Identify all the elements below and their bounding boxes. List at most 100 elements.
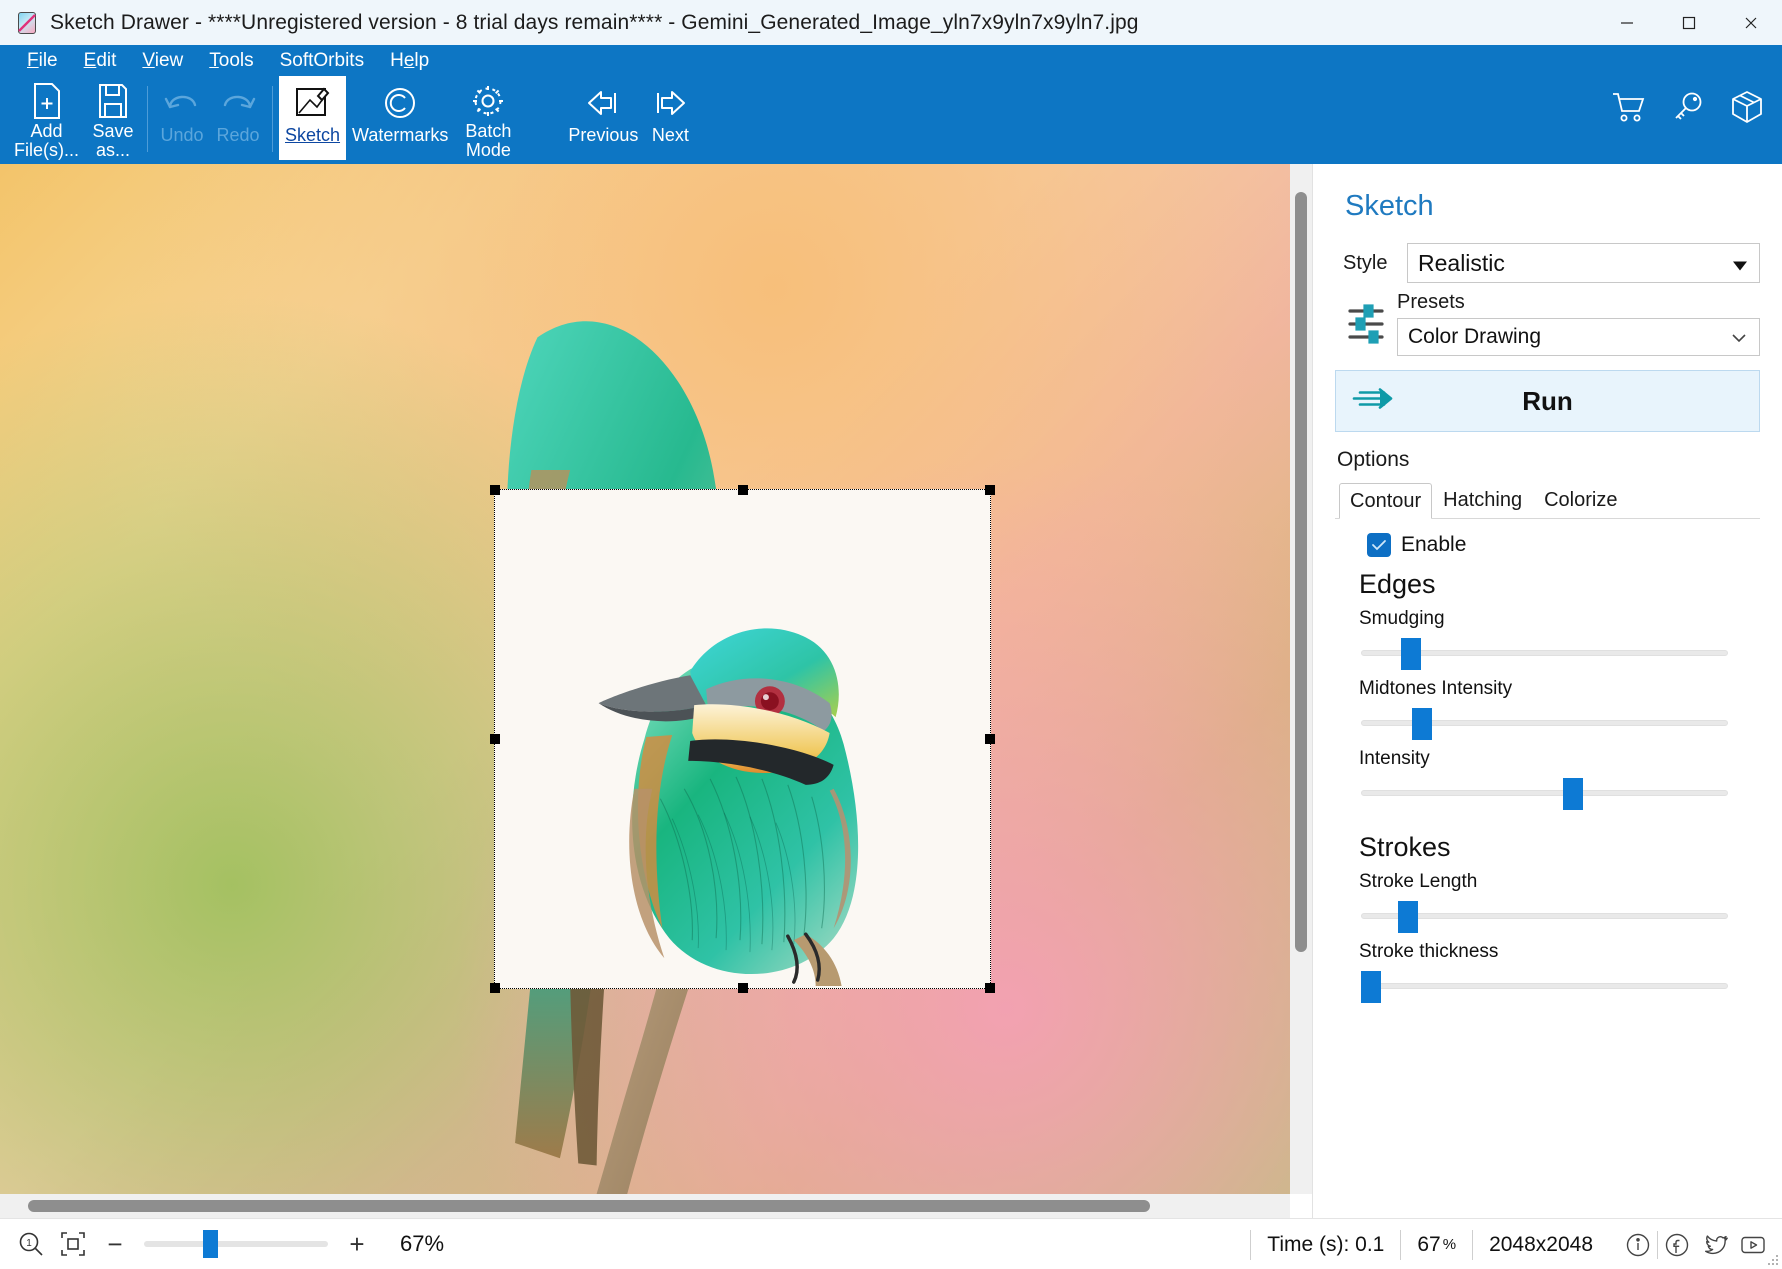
selection-handle-ne[interactable] bbox=[985, 485, 995, 495]
run-label: Run bbox=[1522, 385, 1573, 416]
previous-label: Previous bbox=[568, 125, 639, 145]
sketch-selection-region[interactable] bbox=[490, 485, 995, 993]
zoom-in-button[interactable]: + bbox=[336, 1223, 378, 1265]
undo-button[interactable]: Undo bbox=[154, 76, 210, 160]
menu-tools[interactable]: Tools bbox=[196, 48, 266, 74]
previous-button[interactable]: Previous bbox=[562, 76, 644, 160]
vertical-scroll-thumb[interactable] bbox=[1295, 192, 1307, 952]
presets-dropdown[interactable]: Color Drawing bbox=[1397, 318, 1760, 356]
watermarks-button[interactable]: Watermarks bbox=[346, 76, 454, 160]
intensity-slider[interactable] bbox=[1361, 776, 1728, 810]
canvas-horizontal-scrollbar[interactable] bbox=[0, 1194, 1290, 1218]
stroke-length-thumb[interactable] bbox=[1397, 901, 1418, 933]
options-tabs: Contour Hatching Colorize bbox=[1335, 482, 1760, 519]
resize-grip-icon[interactable] bbox=[1767, 1254, 1779, 1266]
minimize-button[interactable] bbox=[1596, 0, 1658, 45]
stroke-thickness-slider[interactable] bbox=[1361, 969, 1728, 1003]
next-button[interactable]: Next bbox=[644, 76, 696, 160]
batch-mode-button[interactable]: Batch Mode bbox=[454, 76, 522, 160]
facebook-icon[interactable] bbox=[1658, 1226, 1696, 1264]
twitter-bird-icon[interactable] bbox=[1696, 1226, 1734, 1264]
fit-to-screen-icon[interactable] bbox=[52, 1223, 94, 1265]
photo-background bbox=[0, 164, 1290, 1194]
menu-softorbits[interactable]: SoftOrbits bbox=[267, 48, 377, 74]
copyright-icon bbox=[382, 82, 418, 124]
selection-handle-n[interactable] bbox=[737, 485, 748, 495]
horizontal-scroll-thumb[interactable] bbox=[28, 1200, 1150, 1212]
stroke-length-label: Stroke Length bbox=[1359, 871, 1478, 892]
smudging-label: Smudging bbox=[1359, 608, 1445, 629]
toolbar-separator-2 bbox=[272, 86, 273, 152]
ribbon: File Edit View Tools SoftOrbits Help Add… bbox=[0, 45, 1782, 164]
close-button[interactable] bbox=[1720, 0, 1782, 45]
window-title: Sketch Drawer - ****Unregistered version… bbox=[50, 10, 1139, 34]
title-bar: Sketch Drawer - ****Unregistered version… bbox=[0, 0, 1782, 45]
add-files-button[interactable]: Add File(s)... bbox=[8, 76, 85, 160]
pencil-icon bbox=[18, 13, 36, 32]
tab-contour[interactable]: Contour bbox=[1339, 483, 1433, 519]
zoom-slider[interactable] bbox=[144, 1230, 328, 1258]
intensity-thumb[interactable] bbox=[1562, 778, 1583, 810]
midtones-intensity-thumb[interactable] bbox=[1412, 708, 1433, 740]
redo-button[interactable]: Redo bbox=[210, 76, 266, 160]
package-box-icon[interactable] bbox=[1730, 90, 1764, 129]
minimize-icon bbox=[1621, 21, 1633, 24]
dropdown-triangle-icon bbox=[1733, 250, 1747, 277]
canvas-vertical-scrollbar[interactable] bbox=[1290, 164, 1312, 1194]
style-dropdown[interactable]: Realistic bbox=[1407, 243, 1760, 283]
tab-colorize[interactable]: Colorize bbox=[1533, 482, 1628, 518]
undo-label: Undo bbox=[160, 125, 204, 145]
smudging-thumb[interactable] bbox=[1401, 638, 1422, 670]
image-dimensions: 2048x2048 bbox=[1472, 1229, 1609, 1260]
chevron-down-icon bbox=[1731, 325, 1747, 349]
menu-help[interactable]: Help bbox=[377, 48, 442, 74]
intensity-label: Intensity bbox=[1359, 748, 1430, 769]
info-circle-icon[interactable] bbox=[1619, 1226, 1657, 1264]
menu-file[interactable]: File bbox=[14, 48, 71, 74]
midtones-intensity-slider[interactable] bbox=[1361, 706, 1728, 740]
maximize-button[interactable] bbox=[1658, 0, 1720, 45]
stroke-thickness-thumb[interactable] bbox=[1361, 971, 1381, 1003]
tab-hatching[interactable]: Hatching bbox=[1432, 482, 1533, 518]
add-files-label: Add File(s)... bbox=[14, 121, 79, 160]
toolbar-separator-1 bbox=[147, 86, 148, 152]
next-label: Next bbox=[651, 125, 689, 145]
selection-handle-e[interactable] bbox=[985, 734, 995, 744]
sketch-settings-panel: Sketch Style Realistic Presets Color Dra… bbox=[1312, 164, 1782, 1218]
zoom-slider-thumb[interactable] bbox=[202, 1230, 218, 1258]
strokes-group-title: Strokes bbox=[1359, 832, 1451, 862]
presets-row: Presets Color Drawing bbox=[1335, 291, 1760, 356]
menu-edit[interactable]: Edit bbox=[71, 48, 130, 74]
status-right: Time (s): 0.1 67% 2048x2048 bbox=[1250, 1219, 1772, 1269]
stroke-length-slider[interactable] bbox=[1361, 899, 1728, 933]
processing-time: Time (s): 0.1 bbox=[1250, 1229, 1400, 1260]
smudging-slider[interactable] bbox=[1361, 636, 1728, 670]
zoom-percent-label: 67% bbox=[400, 1231, 445, 1256]
next-arrow-icon bbox=[650, 82, 690, 124]
image-canvas[interactable] bbox=[0, 164, 1312, 1218]
zoom-slider-track bbox=[144, 1241, 328, 1247]
shopping-cart-icon[interactable] bbox=[1612, 91, 1646, 128]
selection-handle-w[interactable] bbox=[490, 734, 500, 744]
run-arrow-icon bbox=[1352, 386, 1394, 417]
run-button[interactable]: Run bbox=[1335, 370, 1760, 432]
menu-bar: File Edit View Tools SoftOrbits Help bbox=[0, 45, 1782, 76]
save-as-button[interactable]: Save as... bbox=[85, 76, 141, 160]
status-zoom-controls: 1 − + 67% bbox=[0, 1223, 444, 1265]
selection-handle-s[interactable] bbox=[737, 983, 748, 993]
selection-handle-se[interactable] bbox=[985, 983, 995, 993]
enable-label: Enable bbox=[1401, 533, 1467, 556]
selection-handle-nw[interactable] bbox=[490, 485, 500, 495]
selection-handle-sw[interactable] bbox=[490, 983, 500, 993]
zoom-100-icon[interactable]: 1 bbox=[10, 1223, 52, 1265]
main-area: Sketch Style Realistic Presets Color Dra… bbox=[0, 164, 1782, 1218]
zoom-out-button[interactable]: − bbox=[94, 1223, 136, 1265]
application-window: Sketch Drawer - ****Unregistered version… bbox=[0, 0, 1782, 1269]
key-icon[interactable] bbox=[1672, 91, 1704, 128]
stroke-thickness-label: Stroke thickness bbox=[1359, 941, 1499, 962]
sketch-button[interactable]: Sketch bbox=[279, 76, 347, 160]
enable-row[interactable]: Enable bbox=[1367, 533, 1760, 557]
zoom-level-unit: % bbox=[1442, 1236, 1457, 1253]
enable-checkbox[interactable] bbox=[1367, 533, 1391, 557]
menu-view[interactable]: View bbox=[129, 48, 196, 74]
